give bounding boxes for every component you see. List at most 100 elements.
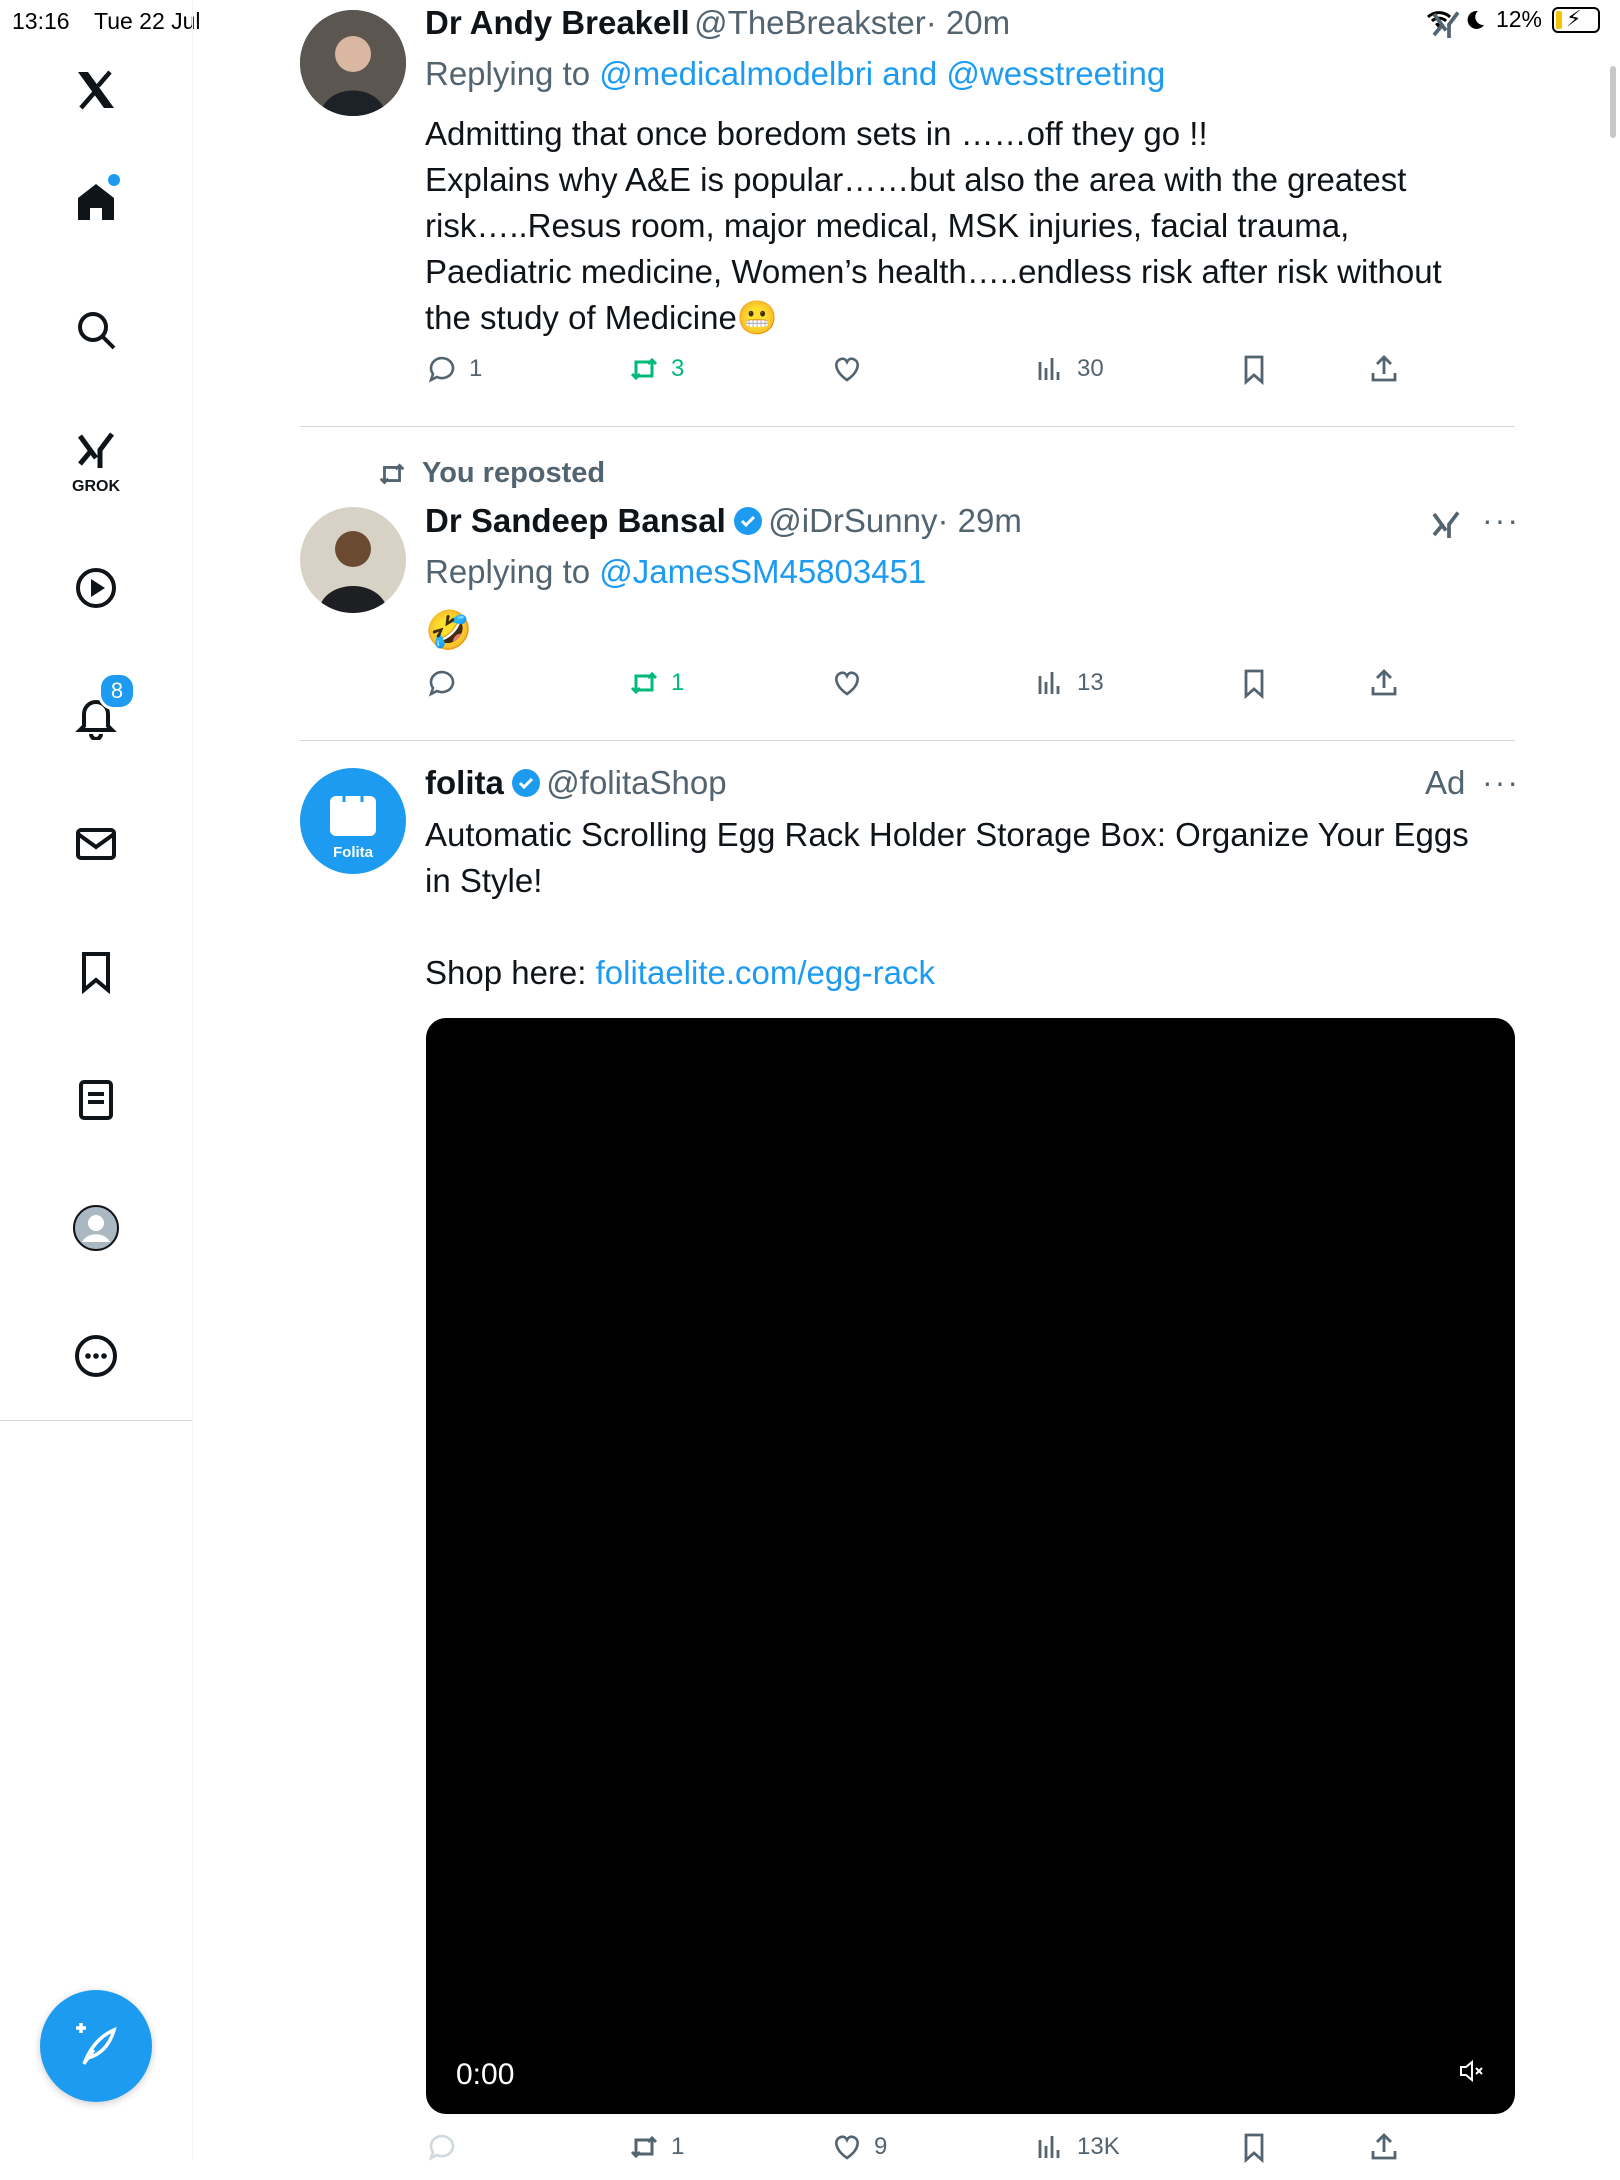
- share-button[interactable]: [1367, 666, 1401, 700]
- moon-icon: [1467, 10, 1484, 29]
- tweet-text-line: Paediatric medicine, Women’s health…..en…: [425, 253, 1442, 290]
- home-unread-dot: [108, 174, 120, 186]
- author-handle[interactable]: @TheBreakster: [694, 4, 926, 41]
- grok-icon[interactable]: [66, 422, 126, 482]
- muted-speaker-icon[interactable]: [1457, 2056, 1487, 2086]
- heart-icon: [835, 671, 859, 696]
- tweet-time: · 29m: [937, 502, 1022, 539]
- tweet-text: Admitting that once boredom sets in ……of…: [425, 111, 1535, 341]
- tweet-header: folita @folitaShop: [425, 764, 727, 802]
- sidebar-divider: [0, 1420, 192, 1421]
- tweet-header: Dr Andy Breakell @TheBreakster· 20m: [425, 4, 1010, 42]
- reply-icon: [428, 670, 455, 697]
- compose-feather-icon: [76, 2023, 117, 2065]
- bookmark-button[interactable]: [1237, 666, 1271, 700]
- tweet-header: Dr Sandeep Bansal @iDrSunny· 29m: [425, 502, 1022, 540]
- bookmark-icon: [1244, 669, 1264, 700]
- bookmark-button[interactable]: [1237, 352, 1271, 386]
- battery-icon: ⚡: [1552, 6, 1600, 33]
- share-button[interactable]: [1367, 2130, 1401, 2164]
- more-options-button[interactable]: ···: [1482, 764, 1520, 801]
- avatar[interactable]: [300, 10, 406, 116]
- views-chart-icon: [1038, 672, 1060, 694]
- views-button[interactable]: 30: [1033, 352, 1104, 386]
- home-icon[interactable]: [66, 172, 126, 232]
- tweet-divider: [300, 740, 1515, 741]
- tweet-time: · 20m: [925, 4, 1011, 41]
- repost-notice-text: You reposted: [422, 457, 606, 489]
- reply-button[interactable]: 1: [425, 352, 482, 386]
- grok-label: GROK: [72, 478, 120, 495]
- views-button[interactable]: 13: [1033, 666, 1104, 700]
- repost-count: 3: [671, 355, 685, 382]
- avatar-brand-text: Folita: [333, 844, 373, 861]
- author-handle[interactable]: @folitaShop: [546, 764, 726, 801]
- avatar[interactable]: Folita: [300, 768, 406, 874]
- like-button[interactable]: [830, 666, 874, 700]
- avatar[interactable]: [300, 507, 406, 613]
- bookmark-icon: [1244, 355, 1264, 386]
- ad-label: Ad: [1425, 764, 1466, 801]
- share-icon: [1371, 355, 1397, 382]
- lists-icon[interactable]: [66, 1070, 126, 1130]
- repost-button[interactable]: 3: [627, 352, 684, 386]
- author-handle[interactable]: @iDrSunny: [768, 502, 937, 539]
- tweet-actions: 1 13: [425, 666, 1525, 716]
- share-icon: [1371, 669, 1397, 696]
- compose-post-button[interactable]: [40, 1990, 152, 2102]
- video-timestamp: 0:00: [456, 2058, 515, 2091]
- tweet-actions: 1 9 13K: [425, 2130, 1525, 2180]
- replying-to: Replying to @medicalmodelbri and @wesstr…: [425, 55, 1165, 93]
- ad-headline-line: in Style!: [425, 862, 543, 899]
- heart-icon: [835, 357, 859, 382]
- tweet-divider: [300, 426, 1515, 427]
- like-button[interactable]: [830, 352, 874, 386]
- like-count: 9: [874, 2133, 888, 2160]
- grok-icon[interactable]: [1428, 8, 1464, 49]
- bookmark-button[interactable]: [1237, 2130, 1271, 2164]
- battery-percent: 12%: [1495, 6, 1542, 32]
- shop-link[interactable]: folitaelite.com/egg-rack: [596, 954, 935, 991]
- notifications-bell-icon[interactable]: 8: [66, 672, 136, 746]
- share-button[interactable]: [1367, 352, 1401, 386]
- views-button[interactable]: 13K: [1033, 2130, 1120, 2164]
- repost-count: 1: [671, 669, 685, 696]
- replying-to: Replying to @JamesSM45803451: [425, 553, 926, 591]
- heart-icon: [835, 2135, 859, 2160]
- shop-prefix: Shop here:: [425, 954, 596, 991]
- video-player[interactable]: 0:00: [426, 1018, 1515, 2114]
- tweet-text-line: Admitting that once boredom sets in ……of…: [425, 115, 1208, 152]
- like-button[interactable]: 9: [830, 2130, 887, 2164]
- views-chart-icon: [1038, 358, 1060, 380]
- repost-button[interactable]: 1: [627, 2130, 684, 2164]
- reply-button[interactable]: [425, 666, 469, 700]
- tweet-text-line: risk…..Resus room, major medical, MSK in…: [425, 207, 1350, 244]
- bookmark-icon: [1244, 2133, 1264, 2164]
- ad-headline-line: Automatic Scrolling Egg Rack Holder Stor…: [425, 816, 1469, 853]
- verified-badge-icon: [733, 507, 762, 535]
- profile-avatar-icon[interactable]: [66, 1198, 126, 1258]
- views-count: 13K: [1077, 2133, 1120, 2160]
- x-logo-icon[interactable]: [66, 60, 126, 120]
- repost-count: 1: [671, 2133, 685, 2160]
- reply-button[interactable]: [425, 2130, 469, 2164]
- author-name[interactable]: Dr Andy Breakell: [425, 4, 690, 41]
- scrollbar[interactable]: [1610, 66, 1616, 138]
- more-options-button[interactable]: ···: [1482, 502, 1520, 539]
- sidebar: GROK 8: [0, 0, 193, 2160]
- replying-to-link[interactable]: @JamesSM45803451: [599, 553, 926, 590]
- messages-mail-icon[interactable]: [66, 814, 126, 874]
- replying-prefix: Replying to: [425, 55, 600, 92]
- verified-badge-icon: [511, 769, 540, 797]
- video-icon[interactable]: [66, 558, 126, 618]
- replying-to-link[interactable]: @medicalmodelbri and @wesstreeting: [599, 55, 1165, 92]
- grok-icon[interactable]: [1428, 508, 1464, 549]
- author-name[interactable]: Dr Sandeep Bansal: [425, 502, 726, 539]
- repost-button[interactable]: 1: [627, 666, 684, 700]
- search-icon[interactable]: [66, 300, 126, 360]
- bookmarks-icon[interactable]: [66, 942, 126, 1002]
- more-options-icon[interactable]: [66, 1326, 126, 1386]
- repost-icon: [379, 463, 405, 484]
- author-name[interactable]: folita: [425, 764, 504, 801]
- replying-prefix: Replying to: [425, 553, 600, 590]
